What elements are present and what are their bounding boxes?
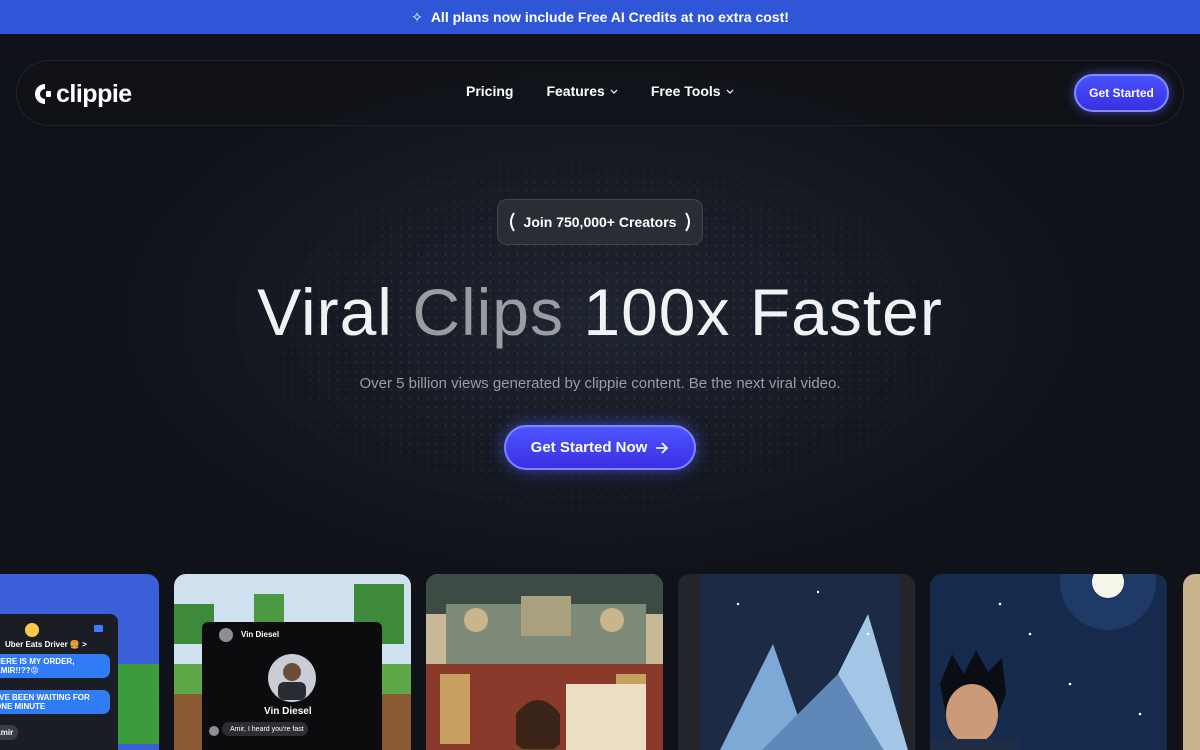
hero-headline: Viral Clips 100x Faster xyxy=(0,274,1200,350)
get-started-now-button[interactable]: Get Started Now xyxy=(504,425,696,470)
hero-section: clippie Pricing Features Free Tools Get … xyxy=(0,34,1200,750)
arrow-right-icon xyxy=(656,441,669,454)
nav-features-label: Features xyxy=(546,83,605,99)
video-card[interactable] xyxy=(930,574,1167,750)
chevron-down-icon xyxy=(726,89,734,94)
headline-word: Clips xyxy=(412,275,565,349)
nav-free-tools[interactable]: Free Tools xyxy=(651,83,734,99)
video-card[interactable] xyxy=(1183,574,1200,750)
card-thumbnail xyxy=(930,574,1167,750)
chat-message: Amir, I heard you're fast xyxy=(230,726,304,733)
laurel-right-icon xyxy=(685,212,691,232)
headline-word: 100x xyxy=(583,275,731,349)
chat-sender: Amir xyxy=(0,725,19,740)
card-thumbnail xyxy=(174,574,411,750)
chat-contact-name: Uber Eats Driver 🍔 > xyxy=(5,640,87,649)
chat-bubble: HERE IS MY ORDER, AMIR!!??😡 xyxy=(0,654,110,678)
hero-subline: Over 5 billion views generated by clippi… xyxy=(359,375,841,392)
chevron-down-icon xyxy=(610,89,618,94)
announcement-bar: ✧ All plans now include Free AI Credits … xyxy=(0,0,1200,34)
video-card[interactable]: Uber Eats Driver 🍔 > HERE IS MY ORDER, A… xyxy=(0,574,159,750)
clippie-logo-icon xyxy=(35,84,51,104)
card-thumbnail xyxy=(678,574,915,750)
nav-links: Pricing Features Free Tools xyxy=(466,83,734,99)
headline-word: Faster xyxy=(749,275,943,349)
video-carousel: Uber Eats Driver 🍔 > HERE IS MY ORDER, A… xyxy=(0,574,1200,750)
hero-cta-label: Get Started Now xyxy=(530,439,648,456)
card-thumbnail xyxy=(426,574,663,750)
nav-features[interactable]: Features xyxy=(546,83,618,99)
nav-pricing[interactable]: Pricing xyxy=(466,83,513,99)
creators-badge: Join 750,000+ Creators xyxy=(497,199,703,245)
video-card[interactable] xyxy=(678,574,915,750)
laurel-left-icon xyxy=(509,212,515,232)
nav-free-tools-label: Free Tools xyxy=(650,83,721,99)
sparkle-icon: ✧ xyxy=(411,8,423,25)
navbar: clippie Pricing Features Free Tools Get … xyxy=(16,60,1184,126)
announcement-text: All plans now include Free AI Credits at… xyxy=(430,9,789,25)
logo[interactable]: clippie xyxy=(31,79,132,109)
nav-pricing-label: Pricing xyxy=(466,83,514,99)
badge-text: Join 750,000+ Creators xyxy=(523,214,677,230)
card-thumbnail xyxy=(1183,574,1200,750)
chat-profile-name: Vin Diesel xyxy=(264,706,312,717)
get-started-button[interactable]: Get Started xyxy=(1074,74,1169,112)
video-card[interactable]: Vin Diesel Vin Diesel Amir, I heard you'… xyxy=(174,574,411,750)
chat-contact-name: Vin Diesel xyxy=(241,630,280,639)
headline-word: Viral xyxy=(257,275,393,349)
video-card[interactable] xyxy=(426,574,663,750)
logo-text: clippie xyxy=(56,79,132,108)
chat-bubble: I'VE BEEN WAITING FOR ONE MINUTE xyxy=(0,690,110,714)
